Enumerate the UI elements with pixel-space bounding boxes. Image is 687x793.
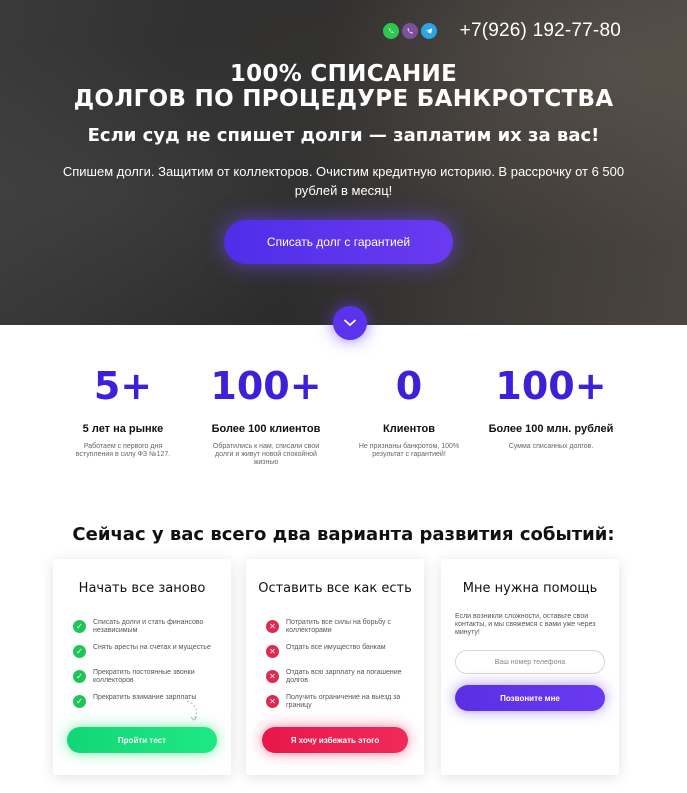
list-item: ✕ Потратить все силы на борьбу с коллект… <box>266 619 412 635</box>
phone-input[interactable] <box>455 650 605 674</box>
stat-description: Не признаны банкротом, 100% результат с … <box>358 443 460 458</box>
hero-title-line-1: 100% СПИСАНИЕ <box>229 61 458 87</box>
telegram-icon[interactable] <box>420 23 437 39</box>
hero-contacts: +7(926) 192-77-80 <box>382 20 621 42</box>
hero-description: Спишем долги. Защитим от коллекторов. Оч… <box>62 164 625 198</box>
stat-label: 5 лет на рынке <box>82 423 164 435</box>
scroll-down-button[interactable] <box>333 306 367 340</box>
check-icon: ✓ <box>73 670 86 683</box>
list-item: ✓ Снять аресты на счетах и мущестье <box>73 644 219 660</box>
avoid-this-button[interactable]: Я хочу избежать этого <box>262 727 408 753</box>
list-item: ✕ Получить ограничение на выезд за грани… <box>266 694 412 710</box>
list-item-text: Получить ограничение на выезд за границу <box>286 694 401 709</box>
list-item-text: Списать долги и стать финансово независи… <box>93 619 204 634</box>
stat-no-bankruptcy: 0 Клиентов Не признаны банкротом, 100% р… <box>329 365 489 459</box>
list-item-text: Потратить все силы на борьбу с коллектор… <box>286 619 391 634</box>
stat-sum: 100+ Более 100 млн. рублей Сумма списанн… <box>471 365 631 451</box>
card-title: Начать все заново <box>78 581 206 596</box>
list-item: ✕ Отдать всю зарплату на погашение долго… <box>266 669 412 685</box>
dotted-arrow-icon <box>186 700 198 721</box>
whatsapp-icon[interactable] <box>382 23 399 39</box>
stat-label: Более 100 млн. рублей <box>488 423 614 435</box>
check-icon: ✓ <box>73 620 86 633</box>
option-card-start-over: Начать все заново ✓ Списать долги и стат… <box>53 559 231 775</box>
stat-value: 0 <box>395 364 423 408</box>
stat-label: Клиентов <box>383 423 435 435</box>
card-title: Оставить все как есть <box>258 581 412 596</box>
list-item: ✕ Отдать все имущество банкам <box>266 644 412 660</box>
check-icon: ✓ <box>73 645 86 658</box>
list-item-text: Прекратить взимание зарплаты <box>93 694 197 701</box>
chevron-down-icon <box>344 319 356 327</box>
stat-label: Более 100 клиентов <box>211 423 321 435</box>
card-title: Мне нужна помощь <box>462 581 598 596</box>
stat-clients: 100+ Более 100 клиентов Обратились к нам… <box>186 365 346 467</box>
hero-title-line-2: ДОЛГОВ ПО ПРОЦЕДУРЕ БАНКРОТСТВА <box>73 86 614 112</box>
viber-icon[interactable] <box>401 23 418 39</box>
check-icon: ✓ <box>73 695 86 708</box>
cross-icon: ✕ <box>266 695 279 708</box>
list-item: ✓ Прекратить постоянные звонки коллектор… <box>73 669 219 685</box>
cross-icon: ✕ <box>266 670 279 683</box>
options-heading: Сейчас у вас всего два варианта развития… <box>72 524 615 545</box>
hero-title: 100% СПИСАНИЕ ДОЛГОВ ПО ПРОЦЕДУРЕ БАНКРО… <box>0 62 687 112</box>
phone-number[interactable]: +7(926) 192-77-80 <box>460 20 621 42</box>
take-test-button[interactable]: Пройти тест <box>67 727 217 753</box>
list-item-text: Прекратить постоянные звонки коллекторов <box>93 669 195 684</box>
hero-subtitle: Если суд не спишет долги — заплатим их з… <box>87 125 600 146</box>
list-item-text: Снять аресты на счетах и мущестье <box>93 644 211 651</box>
cross-icon: ✕ <box>266 645 279 658</box>
stat-value: 5+ <box>93 364 153 408</box>
hero-section: +7(926) 192-77-80 100% СПИСАНИЕ ДОЛГОВ П… <box>0 0 687 325</box>
stat-description: Сумма списанных долгов. <box>508 443 594 450</box>
option-card-leave-as-is: Оставить все как есть ✕ Потратить все си… <box>246 559 424 775</box>
stat-description: Обратились к нам, списали свои долги и ж… <box>212 443 320 466</box>
risk-list: ✕ Потратить все силы на борьбу с коллект… <box>266 619 412 719</box>
write-off-debt-button[interactable]: Списать долг с гарантией <box>224 220 453 264</box>
call-me-button[interactable]: Позвоните мне <box>455 685 605 711</box>
list-item-text: Отдать все имущество банкам <box>286 644 386 651</box>
cross-icon: ✕ <box>266 620 279 633</box>
list-item-text: Отдать всю зарплату на погашение долгов <box>286 669 402 684</box>
help-text: Если возникли сложности, оставьте свои к… <box>455 613 596 636</box>
option-card-need-help: Мне нужна помощь Если возникли сложности… <box>441 559 619 775</box>
stat-years: 5+ 5 лет на рынке Работаем с первого дня… <box>43 365 203 459</box>
list-item: ✓ Списать долги и стать финансово незави… <box>73 619 219 635</box>
stat-value: 100+ <box>495 364 607 408</box>
stat-value: 100+ <box>210 364 322 408</box>
stat-description: Работаем с первого дня вступления в силу… <box>75 443 171 458</box>
